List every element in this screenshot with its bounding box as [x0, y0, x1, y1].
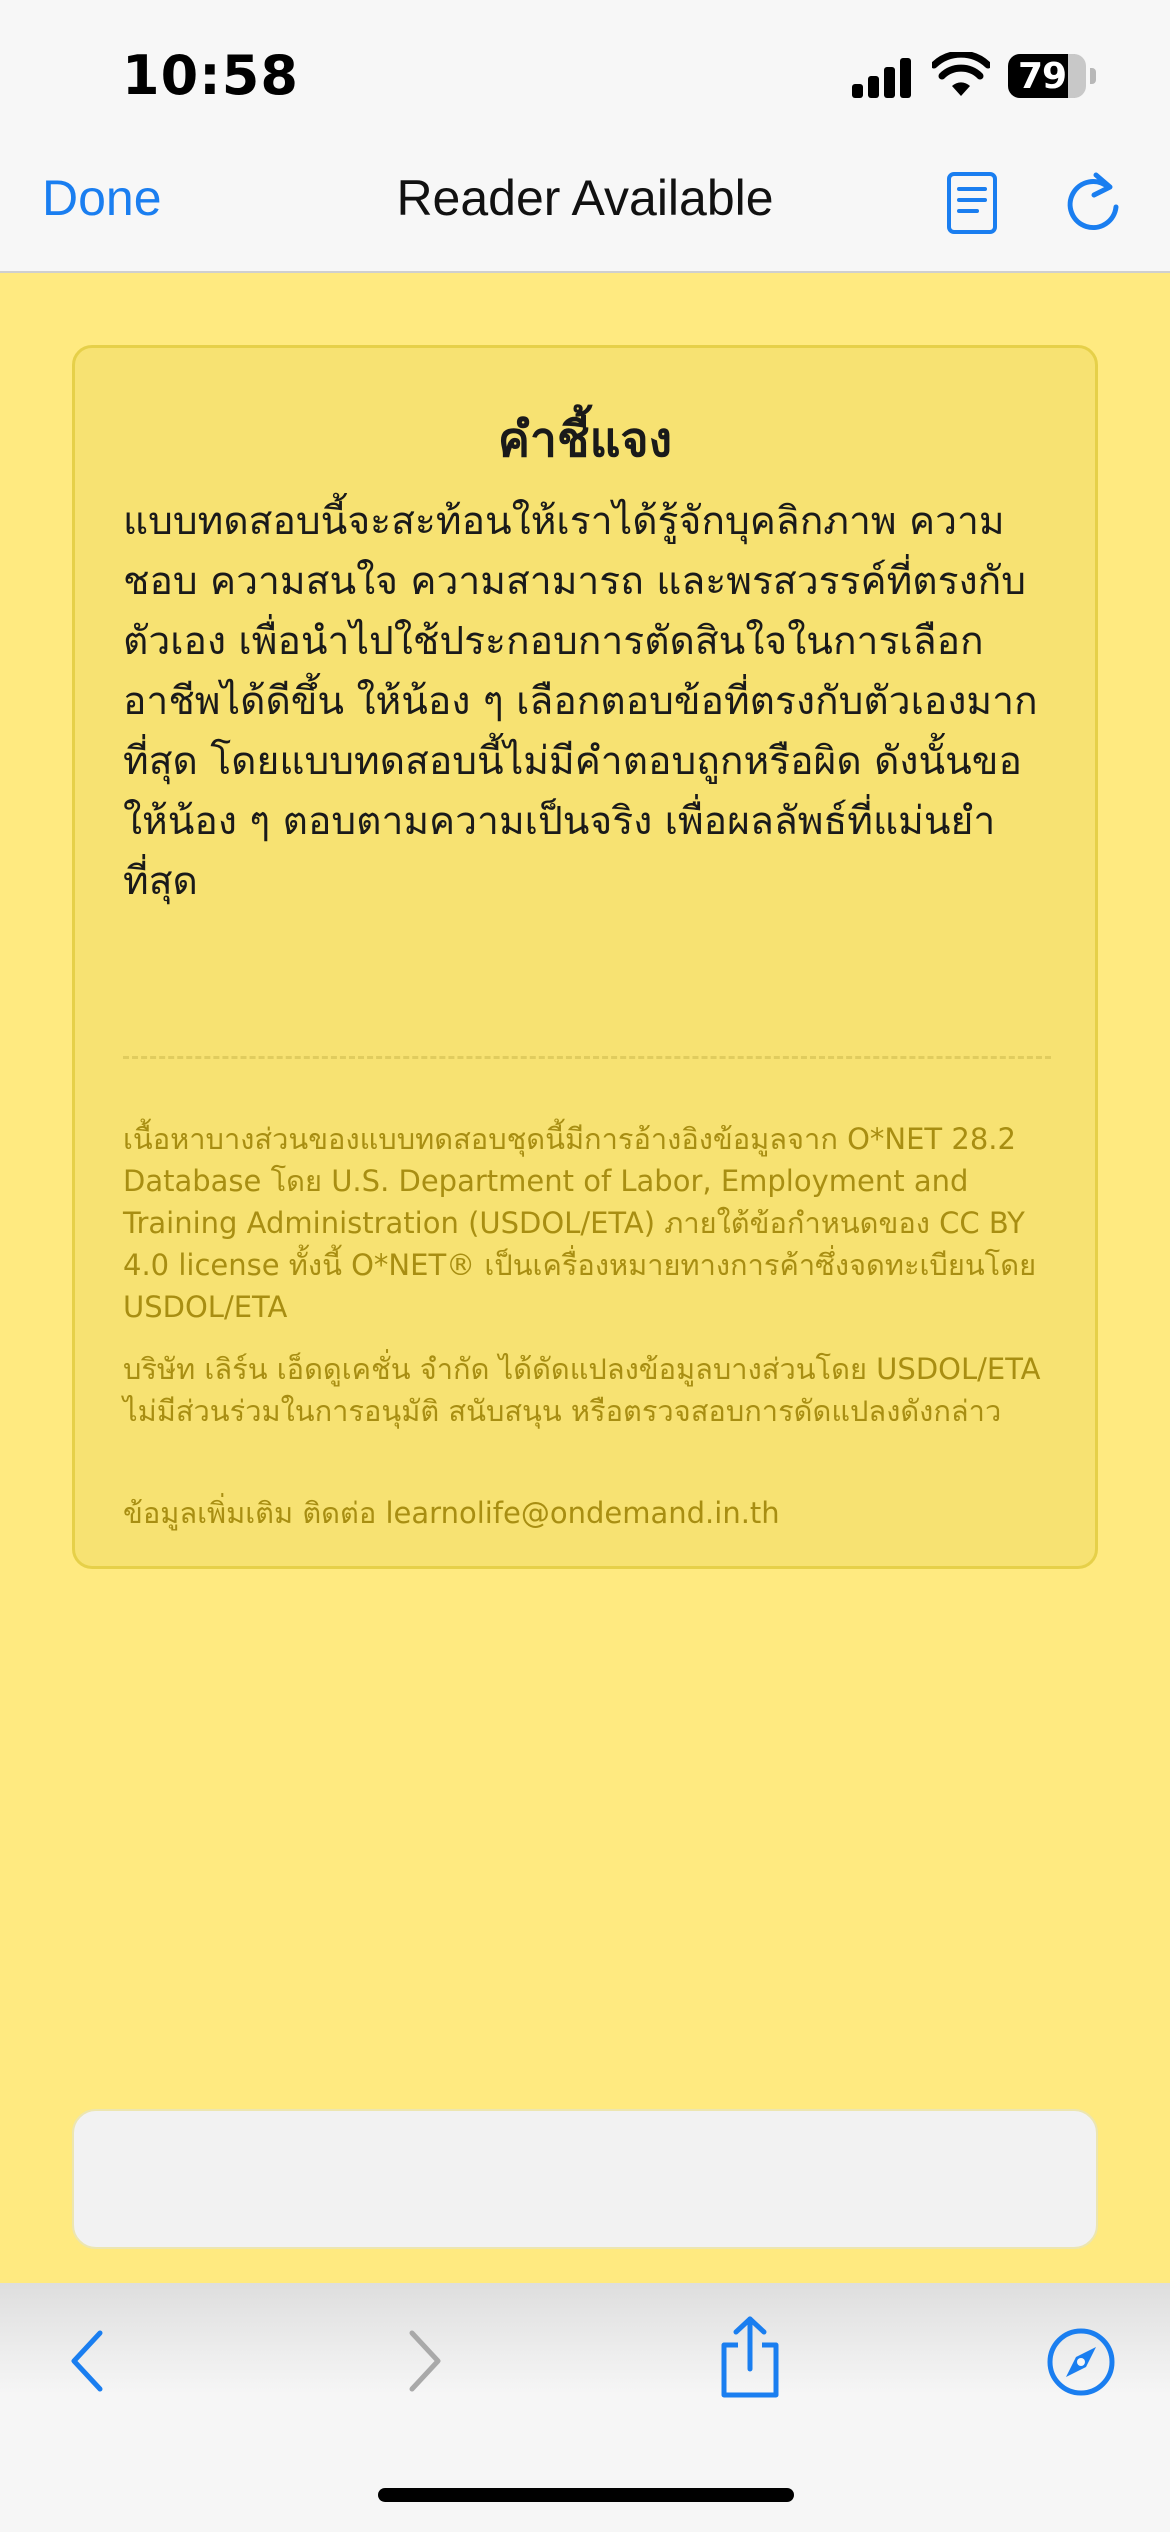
contact-note: ข้อมูลเพิ่มเติม ติดต่อ learnolife@ondema… — [123, 1496, 780, 1530]
dashed-divider — [123, 1056, 1051, 1059]
instructions-text: แบบทดสอบนี้จะสะท้อนให้เราได้รู้จักบุคลิก… — [123, 499, 1038, 904]
back-icon[interactable] — [62, 2325, 112, 2397]
nav-bar: Done Reader Available — [0, 145, 1170, 273]
card-title: คำชี้แจง — [497, 412, 673, 468]
forward-icon[interactable] — [400, 2325, 450, 2397]
web-content: คำชี้แจง แบบทดสอบนี้จะสะท้อนให้เราได้รู้… — [0, 273, 1170, 2283]
license-note: เนื้อหาบางส่วนของแบบทดสอบชุดนี้มีการอ้าง… — [123, 1122, 1037, 1324]
home-indicator[interactable] — [378, 2488, 794, 2502]
reader-mode-icon[interactable] — [945, 171, 999, 235]
wifi-icon — [932, 52, 990, 96]
reload-icon[interactable] — [1062, 171, 1126, 235]
battery-level: 79 — [1017, 55, 1067, 97]
status-time: 10:58 — [122, 44, 299, 107]
modification-note: บริษัท เลิร์น เอ็ดดูเคชั่น จำกัด ได้ดัดแ… — [123, 1352, 1041, 1428]
status-bar: 10:58 79 — [0, 0, 1170, 145]
battery-icon: 79 — [1008, 54, 1096, 98]
compass-icon[interactable] — [1046, 2327, 1116, 2397]
instructions-card: คำชี้แจง แบบทดสอบนี้จะสะท้อนให้เราได้รู้… — [72, 345, 1098, 1569]
empty-input-bar[interactable] — [72, 2109, 1098, 2249]
share-icon[interactable] — [716, 2315, 784, 2401]
cellular-signal-icon — [852, 56, 914, 98]
done-button[interactable]: Done — [42, 169, 162, 227]
